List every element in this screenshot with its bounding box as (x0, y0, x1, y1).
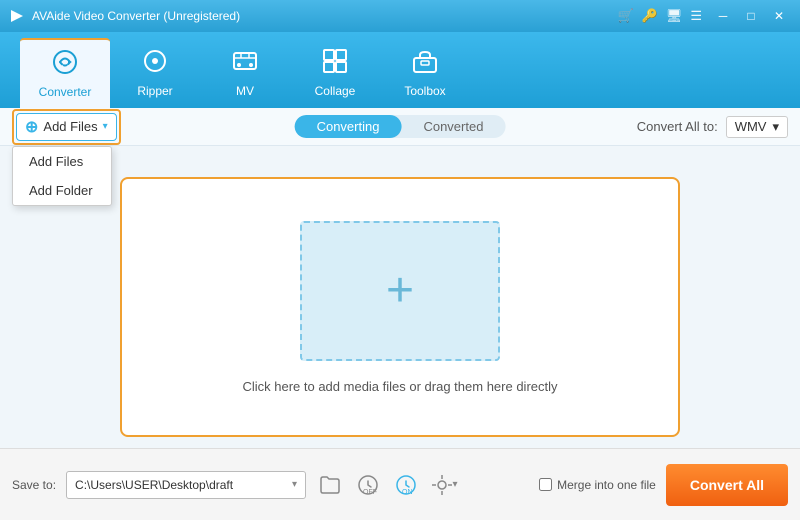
footer: Save to: C:\Users\USER\Desktop\draft ▾ O… (0, 448, 800, 520)
window-title: AVAide Video Converter (Unregistered) (32, 9, 617, 23)
save-path-arrow: ▾ (292, 479, 297, 490)
toolbox-icon (412, 48, 438, 80)
nav-collage-label: Collage (315, 84, 356, 98)
convert-all-button[interactable]: Convert All (666, 464, 788, 506)
drop-zone[interactable]: + Click here to add media files or drag … (120, 177, 680, 437)
more-settings-button[interactable]: ▾ (430, 471, 458, 499)
convert-all-to-label: Convert All to: (637, 119, 718, 134)
converter-icon (52, 49, 78, 81)
tab-converting[interactable]: Converting (295, 115, 402, 138)
collage-icon (322, 48, 348, 80)
nav-ripper-label: Ripper (137, 84, 172, 98)
monitor-icon[interactable]: 🖥 (666, 8, 683, 24)
save-to-label: Save to: (12, 478, 56, 492)
more-dropdown-arrow: ▾ (453, 479, 458, 490)
nav-converter[interactable]: Converter (20, 38, 110, 108)
title-bar: AVAide Video Converter (Unregistered) 🛒 … (0, 0, 800, 32)
main-content: + Click here to add media files or drag … (0, 146, 800, 468)
maximize-button[interactable]: □ (738, 6, 764, 26)
drop-zone-plus-icon: + (386, 267, 414, 315)
tab-group: Converting Converted (295, 115, 506, 138)
folder-browse-button[interactable] (316, 471, 344, 499)
add-folder-item[interactable]: Add Folder (13, 176, 111, 205)
nav-mv[interactable]: MV (200, 38, 290, 108)
nav-bar: Converter Ripper MV (0, 32, 800, 108)
add-files-item[interactable]: Add Files (13, 147, 111, 176)
nav-ripper[interactable]: Ripper (110, 38, 200, 108)
add-files-dropdown: Add Files Add Folder (12, 146, 112, 206)
nav-collage[interactable]: Collage (290, 38, 380, 108)
format-select[interactable]: WMV ▾ (726, 116, 788, 138)
nav-converter-label: Converter (39, 85, 92, 99)
menu-icon[interactable]: ☰ (690, 8, 702, 24)
close-button[interactable]: ✕ (766, 6, 792, 26)
cart-icon[interactable]: 🛒 (617, 8, 633, 24)
save-path-text: C:\Users\USER\Desktop\draft (75, 478, 286, 492)
add-icon: ⊕ (25, 117, 38, 137)
merge-checkbox-input[interactable] (539, 478, 552, 491)
settings-off-button[interactable]: OFF (354, 471, 382, 499)
add-files-label: Add Files (43, 119, 97, 134)
merge-checkbox-container: Merge into one file (539, 478, 656, 492)
window-controls: ─ □ ✕ (710, 6, 792, 26)
minimize-button[interactable]: ─ (710, 6, 736, 26)
drop-zone-inner: + (300, 221, 500, 361)
nav-mv-label: MV (236, 84, 254, 98)
ripper-icon (142, 48, 168, 80)
toolbar: ⊕ Add Files ▾ Add Files Add Folder Conve… (0, 108, 800, 146)
drop-zone-text: Click here to add media files or drag th… (242, 379, 557, 394)
settings-on-button[interactable]: ON (392, 471, 420, 499)
format-dropdown-arrow: ▾ (772, 119, 779, 135)
save-path-box[interactable]: C:\Users\USER\Desktop\draft ▾ (66, 471, 306, 499)
add-files-area: ⊕ Add Files ▾ (12, 109, 121, 145)
convert-all-to: Convert All to: WMV ▾ (637, 116, 788, 138)
nav-toolbox[interactable]: Toolbox (380, 38, 470, 108)
add-files-dropdown-arrow: ▾ (103, 121, 108, 132)
svg-text:OFF: OFF (363, 489, 377, 496)
merge-label: Merge into one file (557, 478, 656, 492)
format-value: WMV (735, 119, 767, 134)
app-icon (8, 7, 26, 25)
title-actions: 🛒 🔑 🖥 ☰ (617, 8, 702, 24)
svg-text:ON: ON (402, 489, 413, 496)
mv-icon (232, 48, 258, 80)
key-icon[interactable]: 🔑 (642, 8, 658, 24)
add-files-button[interactable]: ⊕ Add Files ▾ (16, 113, 117, 141)
nav-toolbox-label: Toolbox (404, 84, 445, 98)
tab-converted[interactable]: Converted (401, 115, 505, 138)
